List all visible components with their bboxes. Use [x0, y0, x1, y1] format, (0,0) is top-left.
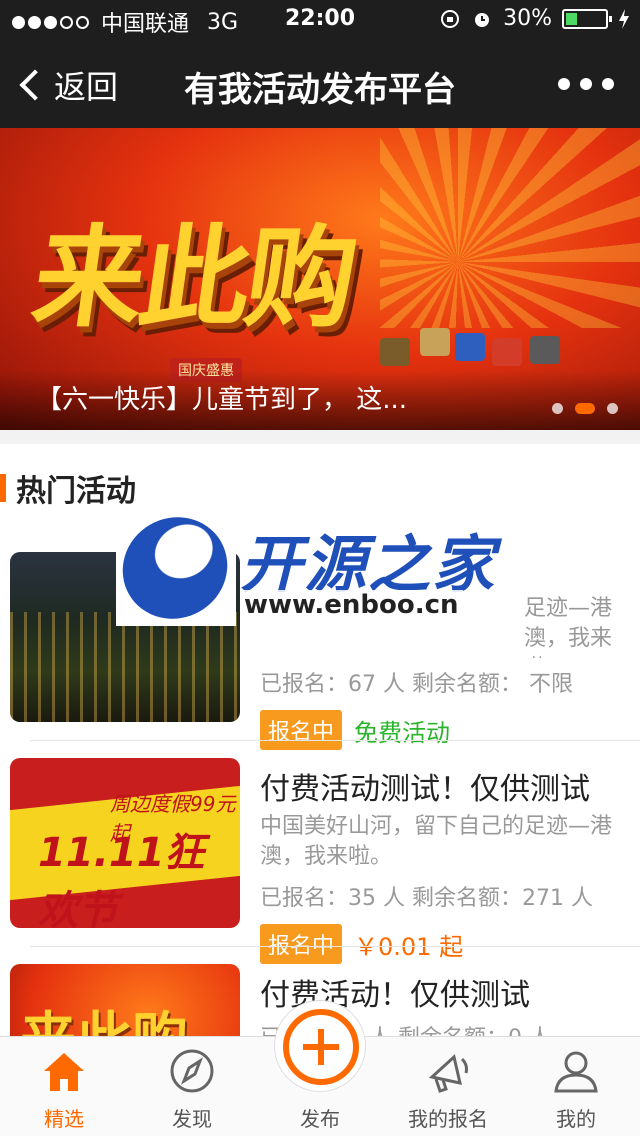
status-badge: 报名中: [260, 710, 343, 750]
nav-bar: 返回 有我活动发布平台: [0, 40, 640, 128]
carousel-dot-active: [575, 403, 595, 414]
activity-title: 付费活动测试！仅供测试: [260, 772, 590, 807]
battery-icon: [562, 8, 612, 29]
activity-stats: 已报名：35 人 剩余名额：271 人: [260, 886, 593, 911]
tab-label: 发布: [300, 1107, 340, 1131]
banner-headline: 来此购: [25, 214, 362, 342]
page-title: 有我活动发布平台: [184, 70, 456, 110]
tab-label: 精选: [44, 1107, 84, 1131]
megaphone-icon: [428, 1054, 468, 1093]
tab-my-registrations[interactable]: 我的报名: [384, 1037, 512, 1136]
section-title: 热门活动: [16, 474, 136, 509]
divider: [30, 740, 640, 741]
carousel-dot: [552, 403, 563, 414]
thumb-title: 来此购: [20, 994, 188, 1036]
alarm-icon: [475, 12, 490, 27]
banner-caption-bar: 【六一快乐】儿童节到了， 这...: [0, 370, 640, 430]
status-badge: 报名中: [260, 924, 343, 964]
watermark-url: www.enboo.cn: [240, 590, 463, 620]
thumb-title: 11.11狂欢节: [38, 830, 205, 928]
gift-icon: [420, 328, 450, 356]
rotation-lock-icon: [441, 9, 460, 28]
activity-stats: 已报名：67 人 剩余名额： 不限: [260, 672, 573, 697]
section-header: 热门活动: [0, 468, 136, 509]
tab-label: 发现: [172, 1107, 212, 1131]
divider: [30, 946, 640, 947]
gift-icon: [380, 338, 410, 366]
home-icon: [44, 1053, 84, 1091]
tab-discover[interactable]: 发现: [128, 1037, 256, 1136]
user-icon: [554, 1051, 598, 1093]
activity-desc: 中国美好山河，留下自己的足迹—港澳，我来啦。: [260, 814, 613, 869]
gift-icon: [492, 338, 522, 366]
watermark-logo: [104, 498, 246, 638]
gift-icon: [455, 333, 485, 361]
status-bar: 中国联通 3G 22:00 30%: [0, 0, 640, 40]
banner-caption: 【六一快乐】儿童节到了， 这...: [36, 385, 408, 415]
carousel-indicator: [552, 403, 618, 414]
price-label: 免费活动: [354, 718, 451, 747]
activity-thumbnail: 周边度假99元起 11.11狂欢节: [10, 758, 240, 928]
plus-circle-icon: [283, 1009, 359, 1085]
list-item[interactable]: 周边度假99元起 11.11狂欢节 付费活动测试！仅供测试 中国美好山河，留下自…: [10, 758, 640, 964]
charging-icon: [619, 8, 629, 29]
publish-button[interactable]: [274, 1000, 366, 1092]
tab-featured[interactable]: 精选: [0, 1037, 128, 1136]
activity-thumbnail: 来此购: [10, 964, 240, 1036]
tab-label: 我的报名: [408, 1107, 488, 1131]
tab-label: 我的: [556, 1107, 596, 1131]
banner-carousel[interactable]: 来此购 国庆盛惠 【六一快乐】儿童节到了， 这...: [0, 128, 640, 430]
tab-profile[interactable]: 我的: [512, 1037, 640, 1136]
compass-icon: [170, 1049, 214, 1093]
more-menu-button[interactable]: [558, 78, 614, 90]
battery-percent: 30%: [503, 6, 552, 31]
price-label: ￥0.01 起: [354, 932, 464, 961]
watermark: 开源之家 www.enboo.cn: [104, 498, 526, 638]
gift-icon: [530, 336, 560, 364]
carousel-dot: [607, 403, 618, 414]
